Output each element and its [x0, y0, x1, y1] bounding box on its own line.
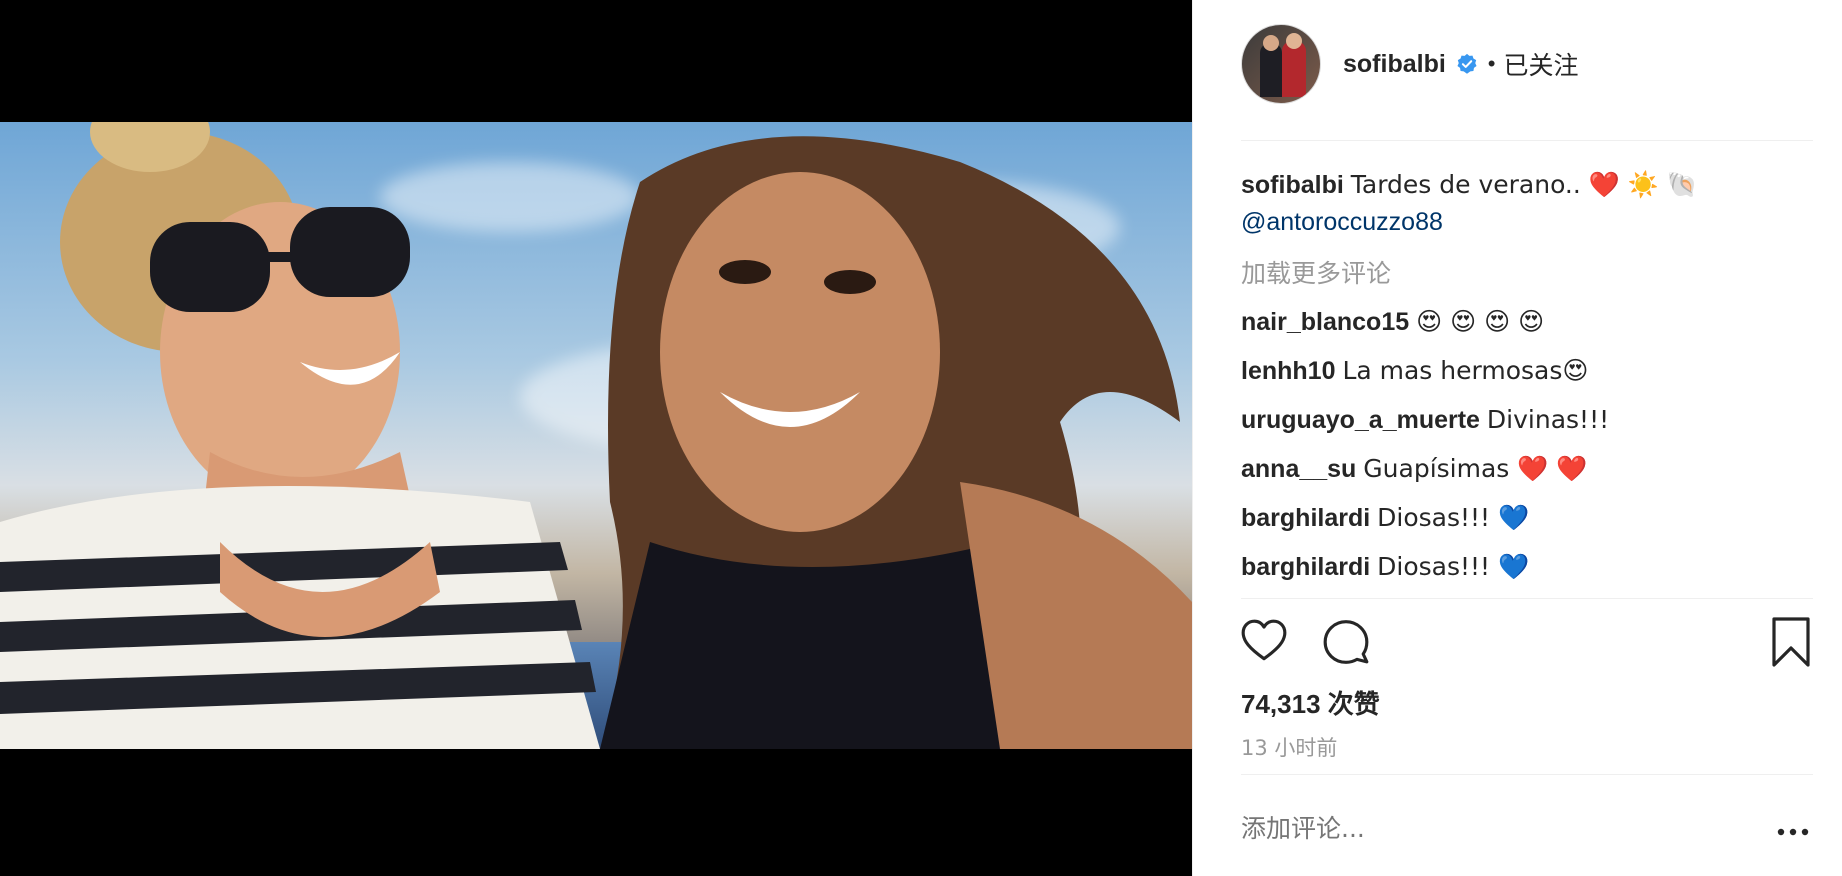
comment-username[interactable]: barghilardi: [1241, 504, 1370, 532]
post-photo[interactable]: [0, 122, 1192, 749]
comments-section: sofibalbi Tardes de verano.. ❤️ ☀️ 🐚 @an…: [1241, 166, 1801, 586]
comment-username[interactable]: anna__su: [1241, 455, 1356, 483]
comment-row: anna__su Guapísimas ❤️ ❤️: [1241, 450, 1801, 488]
follow-status-button[interactable]: 已关注: [1504, 46, 1579, 82]
bookmark-icon[interactable]: [1769, 616, 1813, 668]
post-header: sofibalbi • 已关注: [1241, 24, 1579, 104]
comment-row: uruguayo_a_muerte Divinas!!!: [1241, 401, 1801, 439]
comment-text: Diosas!!! 💙: [1377, 503, 1530, 532]
avatar[interactable]: [1241, 24, 1321, 104]
divider: [1241, 140, 1813, 141]
divider: [1241, 598, 1813, 599]
action-bar: [1239, 616, 1813, 672]
comment-text: La mas hermosas😍: [1342, 356, 1589, 385]
comment-username[interactable]: barghilardi: [1241, 553, 1370, 581]
caption: sofibalbi Tardes de verano.. ❤️ ☀️ 🐚 @an…: [1241, 166, 1801, 241]
header-username[interactable]: sofibalbi: [1343, 50, 1446, 79]
comment-username[interactable]: nair_blanco15: [1241, 308, 1409, 336]
comment-row: barghilardi Diosas!!! 💙: [1241, 499, 1801, 537]
divider: [1241, 774, 1813, 775]
more-options-icon[interactable]: [1773, 822, 1813, 842]
caption-username[interactable]: sofibalbi: [1241, 171, 1344, 199]
photo-figures: [0, 122, 1192, 749]
comment-text: 😍 😍 😍 😍: [1416, 307, 1545, 336]
separator-dot: •: [1487, 51, 1496, 76]
caption-text: Tardes de verano.. ❤️ ☀️ 🐚: [1350, 170, 1699, 199]
caption-mention-link[interactable]: @antoroccuzzo88: [1241, 204, 1801, 241]
likes-unit: 次赞: [1327, 690, 1380, 720]
comment-row: nair_blanco15 😍 😍 😍 😍: [1241, 303, 1801, 341]
verified-badge-icon: [1457, 53, 1477, 74]
comment-username[interactable]: lenhh10: [1241, 357, 1335, 385]
comment-username[interactable]: uruguayo_a_muerte: [1241, 406, 1480, 434]
comment-row: lenhh10 La mas hermosas😍: [1241, 352, 1801, 390]
comment-text: Divinas!!!: [1486, 405, 1610, 434]
comment-text: Diosas!!! 💙: [1377, 552, 1530, 581]
add-comment-input[interactable]: [1241, 814, 1761, 843]
heart-icon[interactable]: [1239, 616, 1289, 666]
comment-bubble-icon[interactable]: [1321, 616, 1371, 666]
likes-count[interactable]: 74,313 次赞: [1241, 684, 1380, 721]
post-modal: sofibalbi • 已关注 sofibalbi Tardes de vera…: [0, 0, 1842, 876]
comment-text: Guapísimas ❤️ ❤️: [1363, 454, 1588, 483]
post-side-panel: sofibalbi • 已关注 sofibalbi Tardes de vera…: [1192, 0, 1842, 876]
post-media-pane: [0, 0, 1192, 876]
load-more-comments-button[interactable]: 加载更多评论: [1241, 255, 1801, 292]
post-timestamp[interactable]: 13 小时前: [1241, 732, 1337, 762]
comment-row: barghilardi Diosas!!! 💙: [1241, 548, 1801, 586]
likes-number: 74,313: [1241, 689, 1321, 719]
